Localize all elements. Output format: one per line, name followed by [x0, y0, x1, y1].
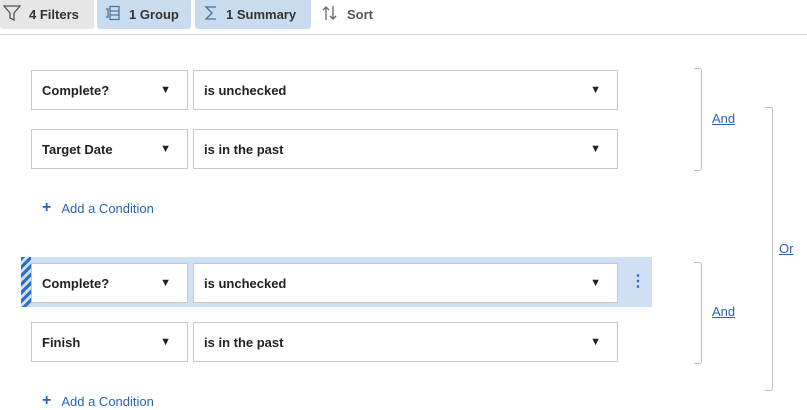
add-condition-button[interactable]: + Add a Condition	[42, 199, 154, 217]
field-select[interactable]: Complete? ▼	[31, 263, 188, 303]
drag-handle-icon[interactable]	[21, 257, 31, 307]
operator-select-value: is in the past	[204, 334, 284, 350]
operator-select-value: is unchecked	[204, 275, 287, 291]
funnel-icon	[2, 5, 22, 24]
caret-down-icon: ▼	[160, 277, 171, 289]
field-select-value: Target Date	[42, 141, 113, 157]
or-toggle-link[interactable]: Or	[779, 241, 793, 256]
group-button[interactable]: 1 Group	[97, 0, 191, 29]
kebab-icon[interactable]: ⋮	[630, 273, 646, 291]
group-bracket	[694, 68, 702, 171]
group-bracket	[694, 262, 702, 364]
operator-select[interactable]: is unchecked ▼	[193, 70, 618, 110]
add-condition-button[interactable]: + Add a Condition	[42, 392, 154, 410]
outer-bracket	[765, 107, 773, 391]
caret-down-icon: ▼	[590, 84, 601, 96]
operator-select[interactable]: is unchecked ▼	[193, 263, 618, 303]
add-condition-label: Add a Condition	[61, 393, 154, 409]
field-select[interactable]: Complete? ▼	[31, 70, 188, 110]
field-select-value: Complete?	[42, 82, 110, 98]
operator-select[interactable]: is in the past ▼	[193, 322, 618, 362]
field-select-value: Complete?	[42, 275, 110, 291]
operator-select-value: is unchecked	[204, 82, 287, 98]
caret-down-icon: ▼	[160, 143, 171, 155]
operator-select-value: is in the past	[204, 141, 284, 157]
add-condition-label: Add a Condition	[61, 200, 154, 216]
and-toggle-link[interactable]: And	[712, 304, 735, 319]
sort-arrows-icon	[321, 5, 339, 24]
summary-label: 1 Summary	[226, 7, 297, 22]
sort-label: Sort	[347, 7, 373, 22]
caret-down-icon: ▼	[590, 143, 601, 155]
caret-down-icon: ▼	[590, 277, 601, 289]
group-label: 1 Group	[129, 7, 179, 22]
operator-select[interactable]: is in the past ▼	[193, 129, 618, 169]
sigma-icon	[204, 5, 218, 24]
and-toggle-link[interactable]: And	[712, 111, 735, 126]
caret-down-icon: ▼	[160, 336, 171, 348]
caret-down-icon: ▼	[590, 336, 601, 348]
caret-down-icon: ▼	[160, 84, 171, 96]
toolbar: 4 Filters 1 Group 1 Summary Sort	[0, 0, 807, 35]
field-select[interactable]: Finish ▼	[31, 322, 188, 362]
field-select-value: Finish	[42, 334, 81, 350]
summary-button[interactable]: 1 Summary	[195, 0, 311, 29]
group-icon	[105, 5, 121, 24]
plus-icon: +	[42, 199, 52, 216]
field-select[interactable]: Target Date ▼	[31, 129, 188, 169]
filters-button[interactable]: 4 Filters	[0, 0, 94, 29]
filters-label: 4 Filters	[29, 7, 79, 22]
sort-button[interactable]: Sort	[321, 0, 391, 29]
plus-icon: +	[42, 392, 52, 409]
